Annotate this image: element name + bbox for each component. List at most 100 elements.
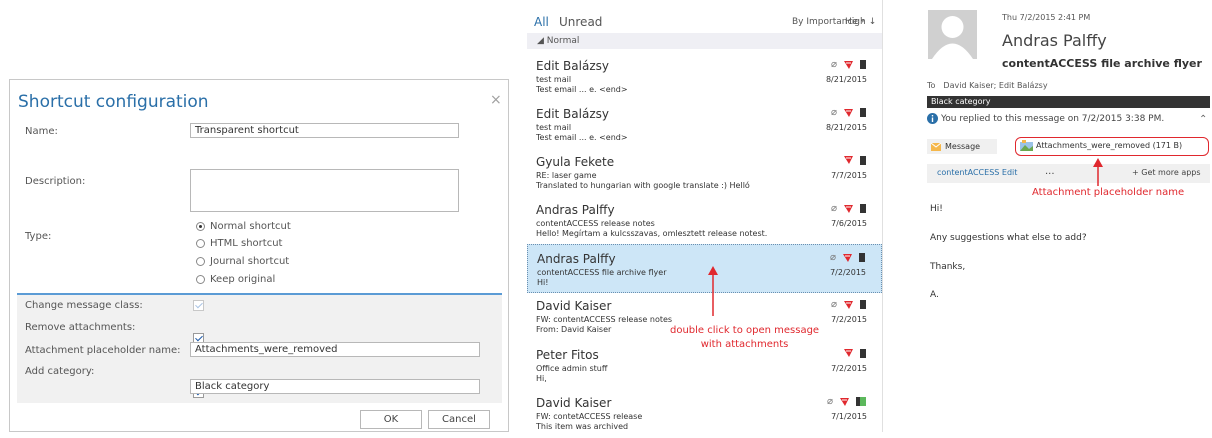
type-option-keep-original[interactable]: Keep original (196, 274, 275, 285)
group-header-normal[interactable]: ◢ Normal (527, 33, 882, 49)
replied-note: You replied to this message on 7/2/2015 … (941, 113, 1165, 124)
flag-icon[interactable] (842, 253, 853, 263)
attachment-name: Attachments_were_removed (171 B) (1036, 141, 1183, 150)
flag-icon[interactable] (843, 204, 854, 214)
category-square-icon[interactable] (860, 60, 866, 69)
category-square-icon[interactable] (860, 204, 866, 213)
message-preview: Translated to hungarian with google tran… (536, 181, 750, 190)
name-field[interactable]: Transparent shortcut (190, 123, 459, 138)
type-option-normal[interactable]: Normal shortcut (196, 221, 291, 232)
change-message-class-checkbox[interactable] (193, 300, 204, 311)
chevron-up-icon[interactable]: ⌃ (1199, 114, 1207, 125)
radio-selected-icon[interactable] (196, 222, 205, 231)
type-option-journal[interactable]: Journal shortcut (196, 256, 289, 267)
radio-icon[interactable] (196, 257, 205, 266)
category-banner: Black category (927, 96, 1210, 108)
body-line: Any suggestions what else to add? (930, 233, 1087, 243)
description-label: Description: (25, 176, 86, 187)
list-item[interactable]: Andras Palffy contentACCESS release note… (527, 196, 882, 245)
message-date: 8/21/2015 (825, 75, 867, 84)
category-square-icon[interactable] (860, 108, 866, 117)
message-date: 7/7/2015 (831, 171, 867, 180)
type-option-html[interactable]: HTML shortcut (196, 238, 282, 249)
message-preview: From: David Kaiser (536, 325, 612, 334)
list-item[interactable]: Gyula Fekete RE: laser game Translated t… (527, 148, 882, 197)
radio-icon[interactable] (196, 275, 205, 284)
message-preview: This item was archived (536, 422, 629, 431)
category-square-icon[interactable] (856, 397, 866, 406)
flag-icon[interactable] (843, 108, 854, 118)
flag-icon[interactable] (843, 155, 854, 165)
list-item[interactable]: Edit Balázsy test mail Test email ... e.… (527, 100, 882, 149)
message-preview: Hello! Megírtam a kulcsszavas, omlesztet… (536, 229, 768, 238)
body-line: Hi! (930, 204, 943, 214)
body-line: A. (930, 290, 939, 300)
paperclip-icon: ⌀ (830, 299, 837, 310)
message-datetime: Thu 7/2/2015 2:41 PM (1002, 13, 1091, 22)
category-square-icon[interactable] (859, 253, 865, 262)
message-date: 7/2/2015 (830, 268, 866, 277)
category-square-icon[interactable] (860, 348, 866, 358)
placeholder-name-annotation: Attachment placeholder name (1032, 187, 1185, 198)
cancel-button[interactable]: Cancel (428, 410, 490, 429)
contentaccess-edit-link[interactable]: contentACCESS Edit (937, 168, 1017, 177)
message-preview: Hi! (537, 278, 549, 287)
message-sender: David Kaiser (536, 396, 612, 410)
message-subject: contentACCESS file archive flyer (537, 268, 667, 277)
sort-direction-button[interactable]: High ↓ (845, 17, 876, 27)
message-date: 7/2/2015 (831, 315, 867, 324)
category-field[interactable]: Black category (190, 379, 480, 394)
category-square-icon[interactable] (860, 300, 866, 309)
envelope-icon (931, 142, 941, 151)
attachment-file-icon (1020, 140, 1033, 151)
category-square-icon[interactable] (860, 155, 866, 165)
list-item-selected[interactable]: Andras Palffy contentACCESS file archive… (527, 244, 882, 293)
to-recipients[interactable]: David Kaiser; Edit Balázsy (943, 81, 1047, 90)
avatar (928, 10, 977, 59)
recipients-line: To David Kaiser; Edit Balázsy (927, 81, 1048, 90)
message-sender: David Kaiser (536, 299, 612, 313)
flag-icon[interactable] (839, 397, 850, 407)
paperclip-icon: ⌀ (829, 252, 836, 263)
sender-name[interactable]: Andras Palffy (1002, 31, 1107, 50)
double-click-annotation: double click to open message with attach… (670, 325, 820, 350)
list-item[interactable]: Edit Balázsy test mail Test email ... e.… (527, 52, 882, 101)
radio-icon[interactable] (196, 239, 205, 248)
message-date: 7/1/2015 (831, 412, 867, 421)
message-date: 8/21/2015 (825, 123, 867, 132)
apps-bar: contentACCESS Edit ... + Get more apps (927, 164, 1210, 183)
name-label: Name: (25, 126, 58, 137)
list-item[interactable]: David Kaiser FW: contetACCESS release Th… (527, 389, 882, 438)
change-message-class-label: Change message class: (25, 300, 143, 311)
flag-icon[interactable] (843, 60, 854, 70)
message-preview: Test email ... e. <end> (536, 85, 628, 94)
sort-direction-label: High (845, 17, 866, 27)
add-category-label: Add category: (25, 366, 95, 377)
close-icon[interactable]: × (490, 92, 502, 108)
get-more-apps-button[interactable]: + Get more apps (1132, 168, 1201, 177)
annotation-arrow-icon (708, 266, 718, 316)
message-subject: RE: laser game (536, 171, 597, 180)
ok-button[interactable]: OK (360, 410, 422, 429)
tab-unread[interactable]: Unread (559, 15, 602, 29)
message-sender: Peter Fitos (536, 348, 599, 362)
paperclip-icon: ⌀ (830, 59, 837, 70)
attachment-strip: Message Attachments_were_removed (171 B) (927, 137, 1210, 156)
placeholder-name-label: Attachment placeholder name: (25, 345, 181, 356)
message-subject: test mail (536, 75, 572, 84)
more-options-icon[interactable]: ... (1045, 166, 1055, 177)
message-subject: test mail (536, 123, 572, 132)
flag-icon[interactable] (843, 348, 854, 358)
tab-all[interactable]: All (534, 15, 549, 29)
person-silhouette-icon (932, 16, 973, 59)
flag-icon[interactable] (843, 300, 854, 310)
to-label: To (927, 81, 936, 90)
paperclip-icon: ⌀ (830, 107, 837, 118)
description-field[interactable] (190, 169, 459, 212)
shortcut-configuration-dialog: Shortcut configuration × Name: Transpare… (9, 79, 509, 432)
attachment-item[interactable]: Attachments_were_removed (171 B) (1020, 140, 1182, 151)
placeholder-name-field[interactable]: Attachments_were_removed (190, 342, 480, 357)
message-tab[interactable]: Message (927, 139, 997, 154)
message-sender: Edit Balázsy (536, 59, 609, 73)
message-preview: Hi, (536, 374, 547, 383)
